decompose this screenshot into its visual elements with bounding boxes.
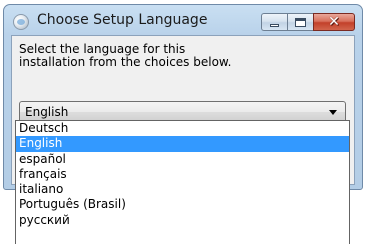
language-option-english[interactable]: English: [16, 136, 349, 152]
language-option-italiano[interactable]: italiano: [16, 182, 349, 197]
instruction-line-2: installation from the choices below.: [19, 55, 232, 69]
instruction-text: Select the language for this installatio…: [19, 43, 339, 69]
language-option-francais[interactable]: français: [16, 167, 349, 182]
chevron-down-icon[interactable]: [329, 110, 337, 115]
title-bar[interactable]: Choose Setup Language ✕: [4, 5, 362, 35]
language-option-deutsch[interactable]: Deutsch: [16, 121, 349, 136]
language-dropdown-list[interactable]: Deutsch English español français italian…: [15, 120, 350, 244]
close-icon: ✕: [328, 14, 340, 30]
language-select-value: English: [25, 105, 69, 119]
language-option-russian[interactable]: русский: [16, 213, 349, 228]
minimize-button[interactable]: [261, 13, 287, 31]
maximize-button[interactable]: [287, 13, 313, 31]
setup-globe-icon: [13, 14, 29, 30]
minimize-icon: [270, 24, 279, 27]
language-option-espanol[interactable]: español: [16, 152, 349, 167]
caption-buttons: ✕: [261, 13, 355, 31]
language-option-portugues-brasil[interactable]: Português (Brasil): [16, 197, 349, 212]
close-button[interactable]: ✕: [313, 13, 355, 31]
window-title: Choose Setup Language: [37, 12, 208, 28]
maximize-icon: [295, 18, 306, 27]
